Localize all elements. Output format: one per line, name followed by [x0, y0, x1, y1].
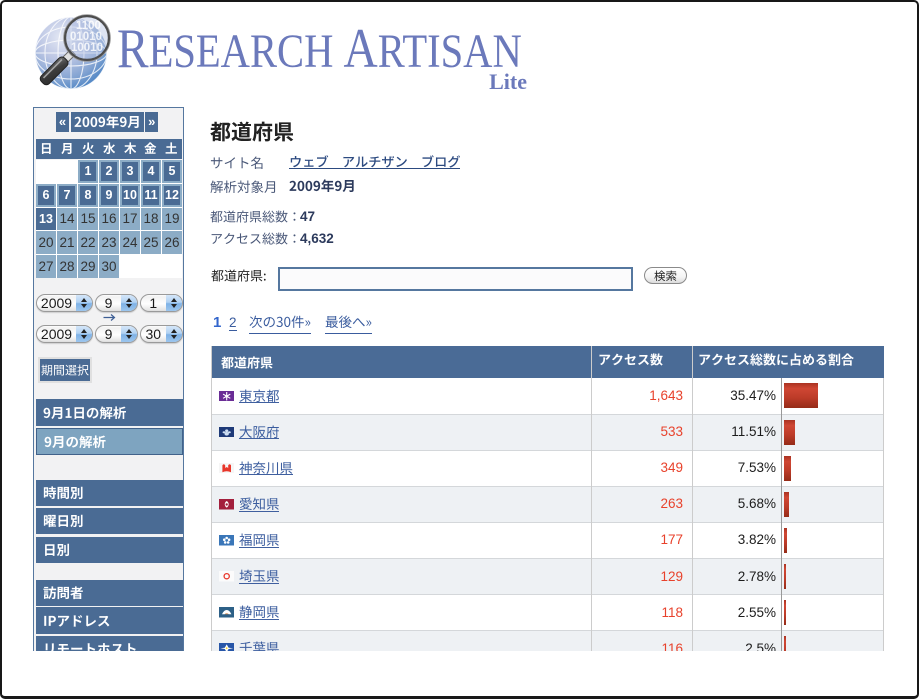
svg-text:10010: 10010 — [71, 42, 103, 54]
